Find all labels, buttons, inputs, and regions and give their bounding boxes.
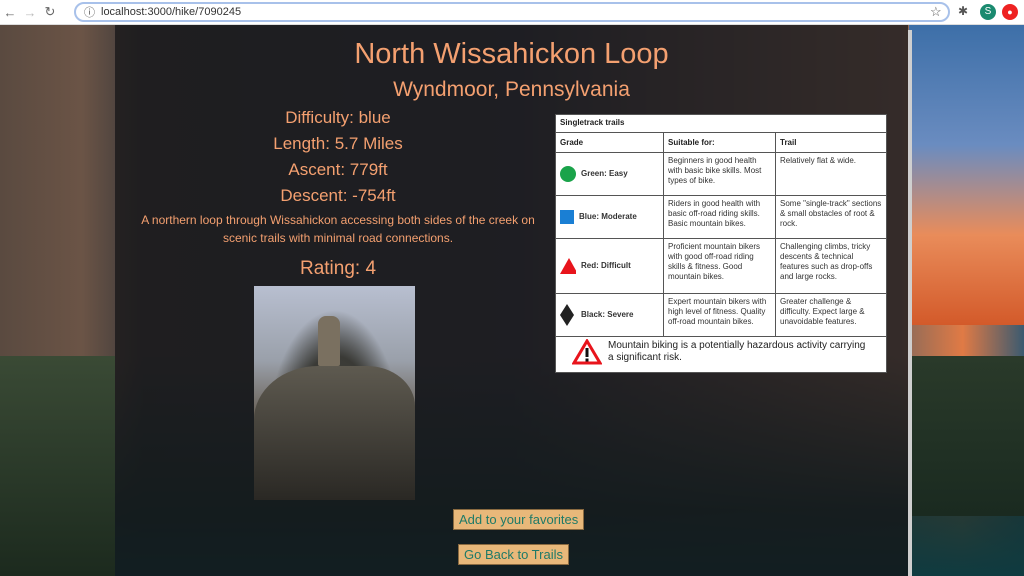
- grade-label: Green: Easy: [581, 169, 628, 179]
- extension-icon[interactable]: ●: [1002, 4, 1018, 20]
- forward-icon[interactable]: →: [20, 5, 40, 20]
- extensions-icon[interactable]: ✱: [958, 4, 968, 18]
- scrollbar[interactable]: [908, 30, 912, 576]
- legend-title: Singletrack trails: [555, 114, 887, 133]
- suitable-cell: Expert mountain bikers with high level o…: [663, 292, 776, 338]
- url-text: localhost:3000/hike/7090245: [101, 6, 242, 18]
- hike-photo: [254, 286, 415, 500]
- hike-location: Wyndmoor, Pennsylvania: [393, 78, 630, 101]
- rating: Rating: 4: [299, 258, 377, 279]
- legend-row: Blue: Moderate Riders in good health with…: [555, 195, 887, 240]
- browser-toolbar: ← → ↻ ⓘ localhost:3000/hike/7090245 ☆ ✱ S…: [0, 0, 1024, 25]
- difficulty: Difficulty: blue: [285, 108, 391, 127]
- suitable-cell: Beginners in good health with basic bike…: [663, 151, 776, 197]
- warning-icon: [572, 339, 602, 365]
- hike-summary: A northern loop through Wissahickon acce…: [141, 213, 535, 245]
- length: Length: 5.7 Miles: [273, 134, 403, 153]
- grade-label: Red: Difficult: [581, 261, 631, 271]
- add-to-favorites-button[interactable]: Add to your favorites: [453, 509, 585, 530]
- trail-cell: Challenging climbs, tricky descents & te…: [775, 238, 887, 294]
- reload-icon[interactable]: ↻: [40, 4, 60, 20]
- blue-square-icon: [560, 210, 574, 225]
- back-to-trails-button[interactable]: Go Back to Trails: [458, 544, 569, 565]
- hike-title: North Wissahickon Loop: [354, 38, 669, 70]
- legend-header: Trail: [775, 132, 887, 153]
- grade-label: Black: Severe: [581, 309, 634, 319]
- info-icon[interactable]: ⓘ: [84, 4, 95, 20]
- bookmark-star-icon[interactable]: ☆: [930, 4, 942, 20]
- profile-avatar[interactable]: S: [980, 4, 996, 20]
- suitable-cell: Riders in good health with basic off-roa…: [663, 195, 776, 240]
- suitable-cell: Proficient mountain bikers with good off…: [663, 238, 776, 294]
- warning-text: Mountain biking is a potentially hazardo…: [608, 340, 866, 363]
- green-circle-icon: [560, 166, 576, 183]
- legend-row: Black: Severe Expert mountain bikers with…: [555, 292, 887, 338]
- difficulty-legend-image: Singletrack trails Grade Suitable for: T…: [555, 114, 887, 373]
- ascent: Ascent: 779ft: [288, 160, 388, 179]
- trail-cell: Greater challenge & difficulty. Expect l…: [775, 292, 887, 338]
- back-icon[interactable]: ←: [0, 5, 20, 20]
- black-diamond-icon: [560, 303, 574, 326]
- legend-row: Red: Difficult Proficient mountain bikers…: [555, 238, 887, 294]
- legend-header: Grade: [555, 132, 664, 153]
- trail-cell: Relatively flat & wide.: [775, 151, 887, 197]
- legend-row: Green: Easy Beginners in good health with…: [555, 151, 887, 197]
- grade-label: Blue: Moderate: [579, 212, 637, 222]
- legend-header: Suitable for:: [663, 132, 776, 153]
- descent: Descent: -754ft: [280, 186, 396, 205]
- red-triangle-icon: [560, 258, 576, 275]
- trail-cell: Some "single-track" sections & small obs…: [775, 195, 887, 240]
- address-bar[interactable]: ⓘ localhost:3000/hike/7090245: [74, 2, 950, 22]
